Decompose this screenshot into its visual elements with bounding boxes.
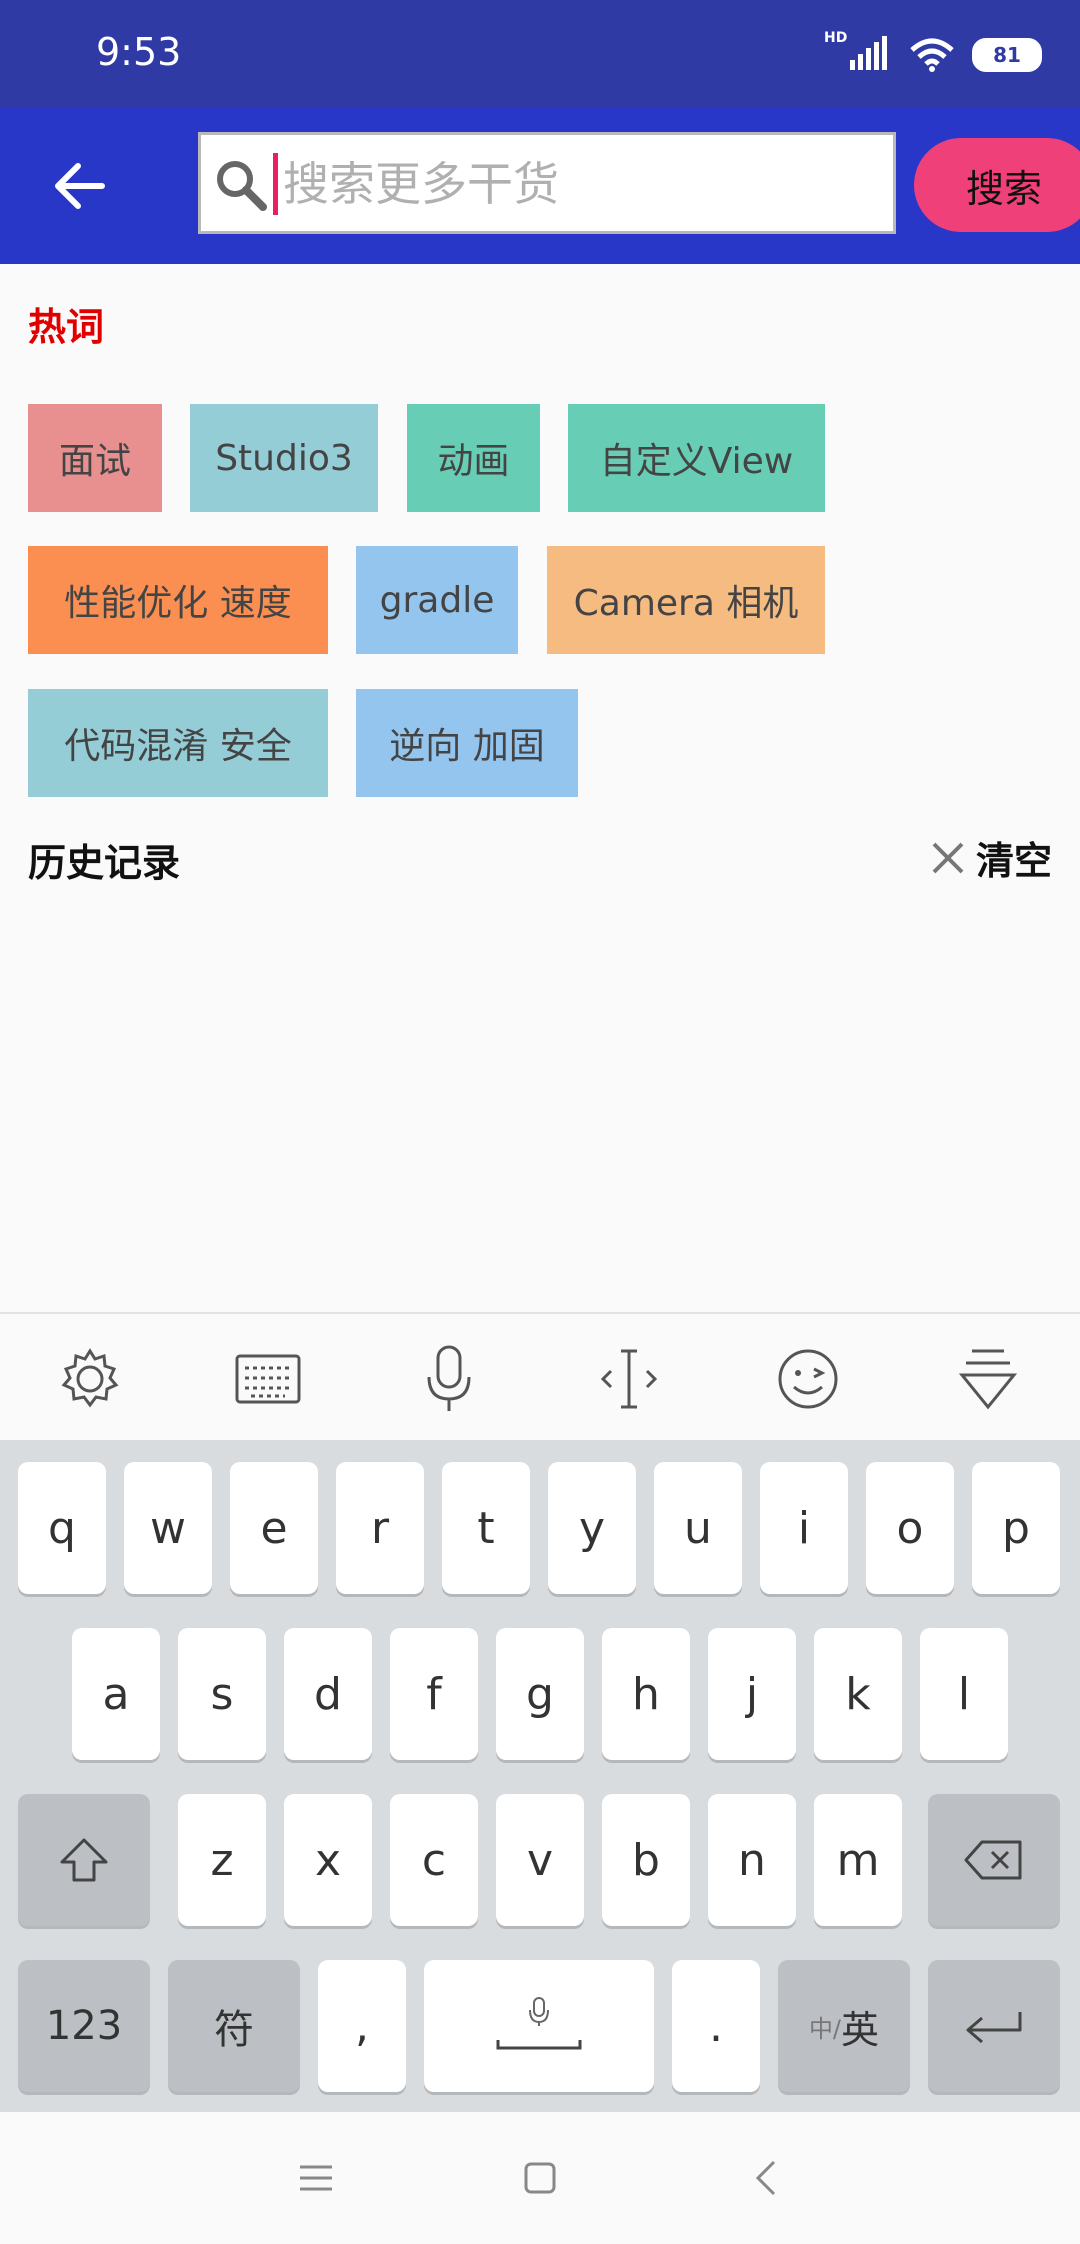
key-i[interactable]: i xyxy=(760,1462,848,1594)
key-f[interactable]: f xyxy=(390,1628,478,1760)
menu-icon xyxy=(300,2165,332,2191)
key-e[interactable]: e xyxy=(230,1462,318,1594)
hot-tag[interactable]: gradle xyxy=(356,546,518,654)
keyboard-toolbar xyxy=(0,1312,1080,1442)
period-key[interactable]: . xyxy=(672,1960,760,2092)
arrow-left-icon xyxy=(55,163,105,209)
hot-tag[interactable]: 代码混淆 安全 xyxy=(28,689,328,797)
cursor-move-button[interactable] xyxy=(584,1334,674,1424)
key-d[interactable]: d xyxy=(284,1628,372,1760)
hot-tag[interactable]: 面试 xyxy=(28,404,162,512)
key-n[interactable]: n xyxy=(708,1794,796,1926)
key-o[interactable]: o xyxy=(866,1462,954,1594)
clear-label: 清空 xyxy=(975,839,1052,883)
key-c[interactable]: c xyxy=(390,1794,478,1926)
signal-icon: HD xyxy=(824,30,892,74)
hot-tag[interactable]: 性能优化 速度 xyxy=(28,546,328,654)
space-key[interactable] xyxy=(424,1960,654,2092)
search-box[interactable] xyxy=(198,132,896,234)
lang-main-label: 英 xyxy=(841,2007,880,2052)
numbers-key[interactable]: 123 xyxy=(18,1960,150,2092)
key-z[interactable]: z xyxy=(178,1794,266,1926)
back-button[interactable] xyxy=(40,146,120,226)
key-x[interactable]: x xyxy=(284,1794,372,1926)
hot-words-title: 热词 xyxy=(28,305,105,349)
status-bar: 9:53 HD 81 xyxy=(0,0,1080,108)
soft-keyboard: q w e r t y u i o p a s d f g h j k l z … xyxy=(0,1440,1080,2112)
hot-tag[interactable]: 自定义View xyxy=(568,404,825,512)
emoji-button[interactable] xyxy=(763,1334,853,1424)
lang-small-label: 中/ xyxy=(808,2014,842,2043)
enter-key[interactable] xyxy=(928,1960,1060,2092)
back-nav-button[interactable] xyxy=(736,2148,796,2208)
collapse-keyboard-icon xyxy=(958,1349,1018,1410)
key-g[interactable]: g xyxy=(496,1628,584,1760)
symbols-key[interactable]: 符 xyxy=(168,1960,300,2092)
voice-input-button[interactable] xyxy=(404,1334,494,1424)
key-t[interactable]: t xyxy=(442,1462,530,1594)
chevron-left-icon xyxy=(755,2160,776,2196)
key-b[interactable]: b xyxy=(602,1794,690,1926)
gear-icon xyxy=(61,1348,119,1408)
emoji-icon xyxy=(778,1349,838,1409)
search-button[interactable]: 搜索 xyxy=(914,138,1080,232)
hot-tag[interactable]: 逆向 加固 xyxy=(356,689,578,797)
app-bar: 搜索 xyxy=(0,108,1080,264)
hide-keyboard-button[interactable] xyxy=(943,1334,1033,1424)
search-icon xyxy=(217,161,267,211)
key-m[interactable]: m xyxy=(814,1794,902,1926)
space-mic-icon xyxy=(496,1997,582,2050)
status-time: 9:53 xyxy=(96,30,182,74)
backspace-key[interactable] xyxy=(928,1794,1060,1926)
backspace-icon xyxy=(964,1840,1022,1880)
navigation-bar xyxy=(0,2112,1080,2244)
hot-tag[interactable]: 动画 xyxy=(407,404,540,512)
home-square-icon xyxy=(524,2162,556,2194)
enter-icon xyxy=(966,2012,1022,2044)
hot-tag[interactable]: Studio3 xyxy=(190,404,378,512)
key-h[interactable]: h xyxy=(602,1628,690,1760)
key-u[interactable]: u xyxy=(654,1462,742,1594)
shift-key[interactable] xyxy=(18,1794,150,1926)
language-switch-key[interactable]: 中/ 英 xyxy=(778,1960,910,2092)
key-r[interactable]: r xyxy=(336,1462,424,1594)
menu-nav-button[interactable] xyxy=(286,2148,346,2208)
key-v[interactable]: v xyxy=(496,1794,584,1926)
comma-key[interactable]: , xyxy=(318,1960,406,2092)
shift-icon xyxy=(60,1838,108,1882)
battery-icon: 81 xyxy=(972,38,1042,72)
key-s[interactable]: s xyxy=(178,1628,266,1760)
wifi-icon xyxy=(910,38,954,72)
key-p[interactable]: p xyxy=(972,1462,1060,1594)
keyboard-layout-button[interactable] xyxy=(223,1334,313,1424)
hot-tag[interactable]: Camera 相机 xyxy=(547,546,825,654)
key-j[interactable]: j xyxy=(708,1628,796,1760)
history-title: 历史记录 xyxy=(28,841,181,885)
keyboard-settings-button[interactable] xyxy=(45,1334,135,1424)
key-y[interactable]: y xyxy=(548,1462,636,1594)
key-w[interactable]: w xyxy=(124,1462,212,1594)
key-k[interactable]: k xyxy=(814,1628,902,1760)
status-icons: HD 81 xyxy=(824,30,1042,80)
hd-label: HD xyxy=(824,30,848,46)
home-nav-button[interactable] xyxy=(510,2148,570,2208)
battery-level: 81 xyxy=(993,43,1021,67)
text-cursor-icon xyxy=(600,1349,658,1409)
keyboard-icon xyxy=(235,1354,301,1404)
key-l[interactable]: l xyxy=(920,1628,1008,1760)
search-input[interactable] xyxy=(281,135,885,233)
close-icon xyxy=(932,842,964,873)
key-a[interactable]: a xyxy=(72,1628,160,1760)
key-q[interactable]: q xyxy=(18,1462,106,1594)
text-cursor xyxy=(273,153,278,215)
microphone-icon xyxy=(427,1345,471,1411)
clear-history-button[interactable]: 清空 xyxy=(930,830,1052,885)
